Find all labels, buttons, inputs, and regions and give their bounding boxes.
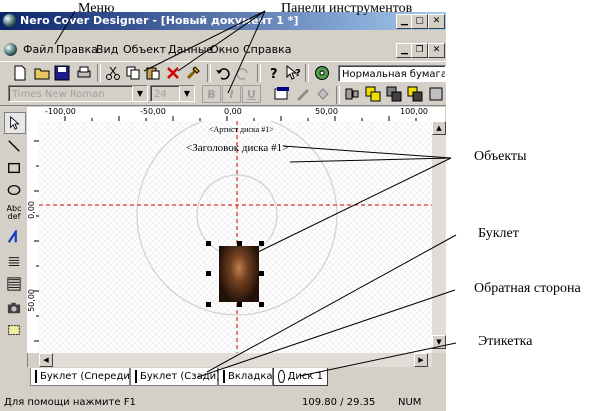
annotation-booklet: Буклет [478, 226, 519, 241]
annotation-menu: Меню [78, 1, 115, 16]
annotation-label: Этикетка [478, 334, 533, 349]
annotation-back-side: Обратная сторона [474, 281, 581, 296]
annotation-toolbars: Панели инструментов [281, 1, 413, 16]
annotation-objects: Объекты [474, 149, 527, 164]
